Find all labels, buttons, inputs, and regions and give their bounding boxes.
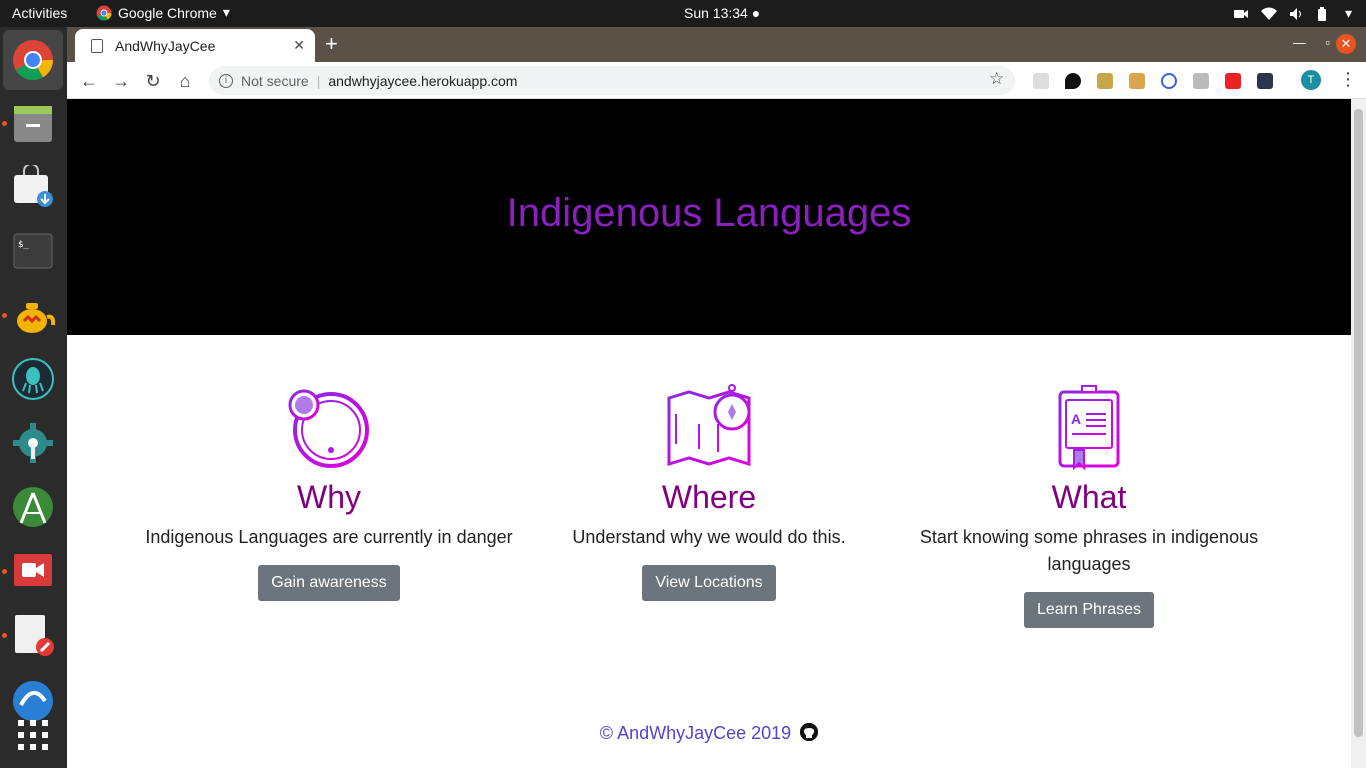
running-indicator — [2, 121, 7, 126]
svg-text:$_: $_ — [18, 240, 29, 250]
tray-menu-chevron-icon: ▾ — [1344, 5, 1352, 21]
app-menu-label: Google Chrome — [118, 4, 217, 21]
dock-postman-teapot[interactable] — [9, 291, 57, 339]
map-compass-icon — [667, 384, 751, 467]
battery-icon — [1317, 6, 1331, 21]
page-icon — [91, 38, 103, 53]
volume-icon — [1289, 7, 1303, 21]
loop-extension-icon[interactable] — [1161, 73, 1177, 89]
svg-text:A: A — [1071, 411, 1081, 427]
wifi-icon — [1260, 7, 1277, 21]
location-pin-extension-icon[interactable] — [1065, 73, 1081, 89]
notification-dot-icon: ● — [751, 5, 761, 21]
new-tab-button[interactable]: + — [325, 31, 338, 57]
page-viewport: Indigenous Languages Why Indigenous Lang… — [67, 99, 1351, 768]
address-bar[interactable]: i Not secure | andwhyjaycee.herokuapp.co… — [209, 66, 1015, 95]
learn-phrases-button[interactable]: Learn Phrases — [1023, 592, 1155, 628]
system-tray[interactable]: ▾ — [1233, 5, 1352, 22]
bars-extension-icon[interactable] — [1193, 73, 1209, 89]
tab-strip: AndWhyJayCee ✕ + — ▫ ✕ — [67, 27, 1366, 62]
hero-banner: Indigenous Languages — [67, 99, 1351, 335]
tab-andwhyjaycee[interactable]: AndWhyJayCee ✕ — [75, 29, 315, 62]
close-tab-icon[interactable]: ✕ — [293, 37, 305, 54]
scrollbar-thumb[interactable] — [1354, 109, 1363, 737]
footer-link[interactable]: © AndWhyJayCee 2019 — [600, 723, 791, 743]
gain-awareness-button[interactable]: Gain awareness — [258, 565, 400, 601]
shield-extension-icon[interactable] — [1033, 73, 1049, 89]
reload-icon[interactable]: ↻ — [142, 70, 164, 92]
address-divider: | — [316, 72, 321, 89]
dock: $_ — [0, 27, 67, 768]
camera-icon — [1233, 7, 1248, 21]
feature-where: Where Understand why we would do this. V… — [519, 384, 899, 601]
feature-text: Indigenous Languages are currently in da… — [145, 527, 513, 547]
scissors-extension-icon[interactable] — [1097, 73, 1113, 89]
terminal-icon: $_ — [13, 233, 53, 269]
dock-gitkraken[interactable] — [9, 355, 57, 403]
feature-why: Why Indigenous Languages are currently i… — [139, 384, 519, 601]
clock-text: Sun 13:34 — [684, 5, 748, 21]
page-title: Indigenous Languages — [506, 191, 912, 235]
activities-button[interactable]: Activities — [12, 5, 67, 21]
running-indicator — [2, 313, 7, 318]
home-icon[interactable]: ⌂ — [174, 70, 196, 92]
dark-extension-icon[interactable] — [1257, 73, 1273, 89]
dock-terminal[interactable]: $_ — [9, 227, 57, 275]
tab-title: AndWhyJayCee — [115, 37, 216, 54]
dock-screen-recorder[interactable] — [9, 547, 57, 595]
dock-files[interactable] — [9, 99, 57, 147]
feature-title: What — [1051, 479, 1127, 515]
show-applications-button[interactable] — [9, 711, 57, 759]
android-studio-icon — [13, 487, 53, 527]
browser-toolbar: ← → ↻ ⌂ i Not secure | andwhyjaycee.hero… — [67, 62, 1366, 99]
feature-text: Start knowing some phrases in indigenous… — [919, 527, 1259, 574]
dock-chrome[interactable] — [3, 30, 63, 90]
github-icon[interactable] — [800, 723, 819, 742]
more-options-icon[interactable]: ⋮ — [1339, 69, 1357, 90]
shopping-bag-icon — [14, 165, 53, 207]
chevron-down-icon: ▾ — [222, 4, 230, 20]
chrome-icon — [13, 40, 53, 80]
clock[interactable]: Sun 13:34 ● — [684, 5, 760, 21]
bookmark-star-icon[interactable]: ☆ — [989, 69, 1004, 89]
minimize-icon[interactable]: — — [1293, 35, 1306, 50]
face-extension-icon[interactable] — [1129, 73, 1145, 89]
dock-android-studio[interactable] — [9, 483, 57, 531]
close-window-icon[interactable]: ✕ — [1336, 34, 1356, 54]
app-menu[interactable]: Google Chrome ▾ — [96, 4, 230, 21]
feature-text: Understand why we would do this. — [572, 527, 846, 547]
forward-icon[interactable]: → — [110, 70, 132, 92]
info-icon[interactable]: i — [219, 73, 233, 88]
browser-window: AndWhyJayCee ✕ + — ▫ ✕ ← → ↻ ⌂ i Not sec… — [67, 27, 1366, 768]
dock-text-editor[interactable] — [9, 611, 57, 659]
pencil-document-icon — [15, 615, 54, 656]
alert-circle-icon — [288, 389, 369, 468]
gear-icon — [13, 423, 53, 463]
file-cabinet-icon — [14, 106, 52, 142]
teapot-icon — [17, 303, 55, 333]
book-icon: A — [1058, 385, 1120, 470]
dock-settings[interactable] — [9, 419, 57, 467]
system-top-bar: Activities Google Chrome ▾ Sun 13:34 ● ▾ — [0, 0, 1366, 27]
maximize-icon[interactable]: ▫ — [1325, 35, 1330, 50]
running-indicator — [2, 633, 7, 638]
feature-title: Why — [297, 479, 361, 515]
youtube-extension-icon[interactable] — [1225, 73, 1241, 89]
back-icon[interactable]: ← — [78, 70, 100, 92]
feature-what: A What Start knowing some phrases in ind… — [899, 384, 1279, 628]
chrome-icon — [96, 5, 112, 21]
feature-title: Where — [661, 479, 757, 515]
dock-software-center[interactable] — [9, 163, 57, 211]
page-scrollbar[interactable] — [1351, 99, 1366, 768]
kraken-icon — [12, 358, 54, 400]
running-indicator — [2, 569, 7, 574]
profile-avatar[interactable]: T — [1301, 70, 1321, 90]
url-text[interactable]: andwhyjaycee.herokuapp.com — [328, 73, 517, 89]
view-locations-button[interactable]: View Locations — [642, 565, 776, 601]
video-camera-icon — [14, 554, 52, 586]
security-status: Not secure — [241, 72, 309, 89]
footer: © AndWhyJayCee 2019 — [67, 723, 1351, 744]
app-grid-icon — [18, 720, 48, 750]
